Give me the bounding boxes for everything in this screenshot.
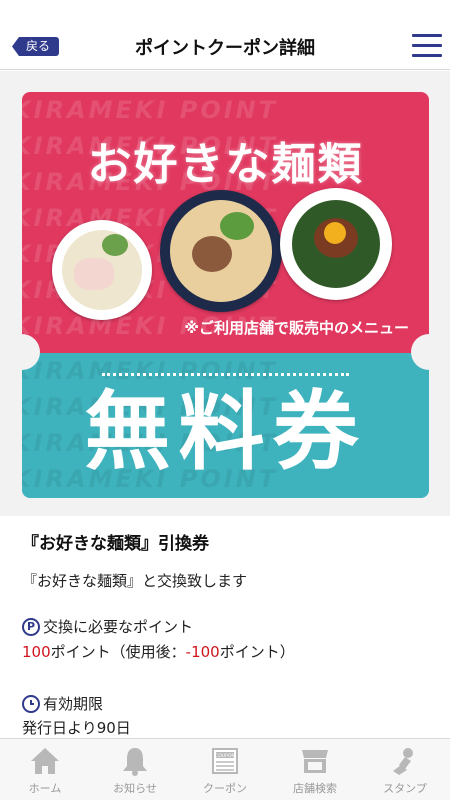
points-value: 100 — [22, 643, 51, 661]
bell-icon — [123, 748, 147, 776]
home-icon — [31, 748, 59, 774]
coupon-detail-screen: 戻る ポイントクーポン詳細 KIRAMEKI POINT KIRAMEKI PO… — [0, 0, 450, 800]
points-after-value: -100 — [185, 643, 220, 661]
ramen-bowl-center-image — [160, 190, 282, 312]
coupon-title: 『お好きな麺類』引換券 — [22, 534, 209, 554]
coupon-note: ※ご利用店舗で販売中のメニュー — [184, 319, 409, 337]
coupon-icon: COUPON — [212, 748, 238, 774]
ticket-perforation — [102, 373, 349, 376]
required-points-value: 100ポイント（使用後：-100ポイント） — [22, 641, 295, 662]
clock-icon — [22, 694, 40, 713]
points-unit: ポイント（使用後： — [50, 643, 186, 661]
bottom-tab-bar: ホーム お知らせ COUPON クーポン 店舗検索 スタンプ — [0, 738, 450, 800]
validity-label-row: 有効期限 — [22, 693, 103, 714]
points-icon: P — [22, 617, 40, 636]
tab-home[interactable]: ホーム — [0, 739, 90, 800]
free-ticket-label: 無料券 — [84, 382, 367, 482]
points-after-unit: ポイント） — [219, 643, 295, 661]
validity-value: 発行日より90日 — [22, 719, 131, 737]
mazesoba-bowl-right-image — [280, 188, 392, 300]
tab-coupon-label: クーポン — [203, 782, 247, 795]
page-title: ポイントクーポン詳細 — [135, 38, 315, 59]
tab-stamp-label: スタンプ — [383, 782, 427, 795]
coupon-banner-image: KIRAMEKI POINT KIRAMEKI POINT KIRAMEKI P… — [22, 92, 429, 498]
tab-store-search[interactable]: 店舗検索 — [270, 739, 360, 800]
hamburger-menu-icon[interactable] — [412, 34, 442, 58]
tab-notifications-label: お知らせ — [113, 782, 157, 795]
coupon-description: 『お好きな麺類』と交換致します — [22, 572, 248, 590]
tab-home-label: ホーム — [28, 782, 62, 795]
main-content[interactable]: KIRAMEKI POINT KIRAMEKI POINT KIRAMEKI P… — [0, 71, 450, 738]
tab-store-search-label: 店舗検索 — [293, 782, 337, 795]
app-header: 戻る ポイントクーポン詳細 — [0, 0, 450, 70]
tab-notifications[interactable]: お知らせ — [90, 739, 180, 800]
validity-label: 有効期限 — [43, 695, 104, 713]
tab-coupon[interactable]: COUPON クーポン — [180, 739, 270, 800]
svg-text:COUPON: COUPON — [215, 753, 235, 759]
store-icon — [302, 750, 328, 773]
ramen-bowl-left-image — [52, 220, 152, 320]
coupon-heading: お好きな麺類 — [87, 139, 364, 190]
stamp-icon — [393, 748, 413, 775]
required-points-label-row: P 交換に必要なポイント — [22, 616, 193, 637]
tab-stamp[interactable]: スタンプ — [360, 739, 450, 800]
required-points-label: 交換に必要なポイント — [43, 618, 194, 636]
